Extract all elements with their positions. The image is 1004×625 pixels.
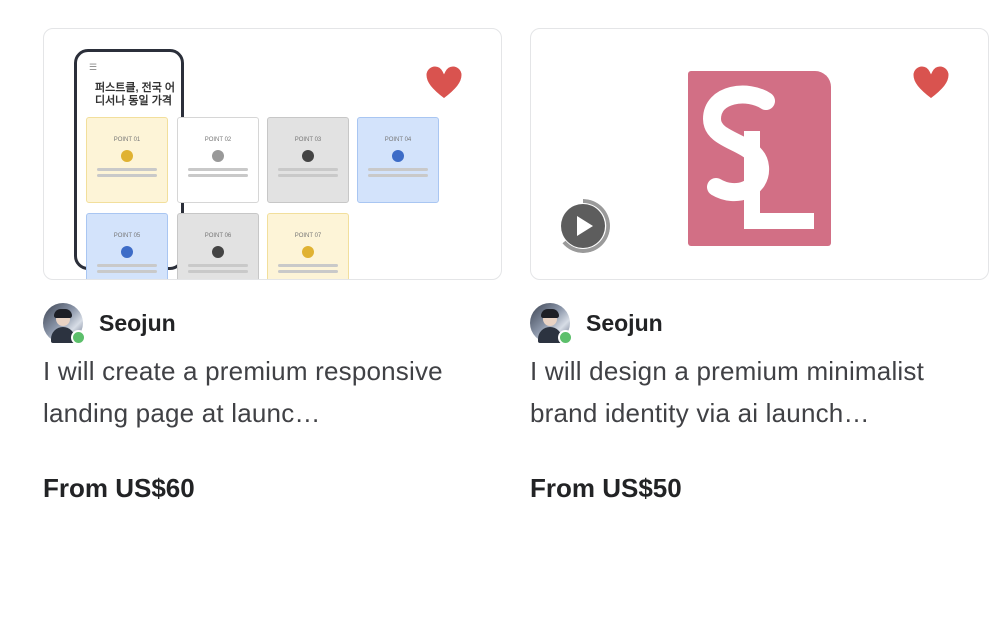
gig-thumbnail[interactable]: ☰ 퍼스트클, 전국 어디서나 동일 가격 POINT 01 POINT 02 … (43, 28, 502, 280)
heart-icon[interactable] (910, 63, 952, 103)
heart-icon[interactable] (423, 63, 465, 103)
feature-tile: POINT 04 (357, 117, 439, 203)
online-status-dot (558, 330, 573, 345)
play-icon[interactable] (556, 199, 610, 253)
gig-price: From US$60 (43, 473, 195, 503)
seller-name[interactable]: Seojun (586, 310, 663, 337)
phone-mockup-text: 퍼스트클, 전국 어디서나 동일 가격 (95, 82, 176, 107)
gig-price: From US$50 (530, 473, 682, 503)
online-status-dot (71, 330, 86, 345)
feature-tile: POINT 06 (177, 213, 259, 279)
seller-info[interactable]: Seojun (530, 302, 989, 345)
gig-card[interactable]: Seojun I will design a premium minimalis… (530, 28, 989, 434)
gig-title[interactable]: I will create a premium responsive landi… (43, 350, 502, 434)
brand-logo-image (688, 71, 831, 246)
seller-name[interactable]: Seojun (99, 310, 176, 337)
avatar[interactable] (530, 303, 573, 345)
seller-info[interactable]: Seojun (43, 302, 502, 345)
gig-card[interactable]: ☰ 퍼스트클, 전국 어디서나 동일 가격 POINT 01 POINT 02 … (43, 28, 502, 434)
gig-title[interactable]: I will design a premium minimalist brand… (530, 350, 989, 434)
sl-logo-graphic (702, 85, 814, 229)
gig-thumbnail[interactable] (530, 28, 989, 280)
feature-tile: POINT 01 (86, 117, 168, 203)
feature-tile: POINT 02 (177, 117, 259, 203)
feature-tile: POINT 03 (267, 117, 349, 203)
avatar[interactable] (43, 303, 86, 345)
feature-tile: POINT 07 (267, 213, 349, 279)
feature-tile: POINT 05 (86, 213, 168, 279)
menu-icon: ☰ (89, 62, 98, 72)
